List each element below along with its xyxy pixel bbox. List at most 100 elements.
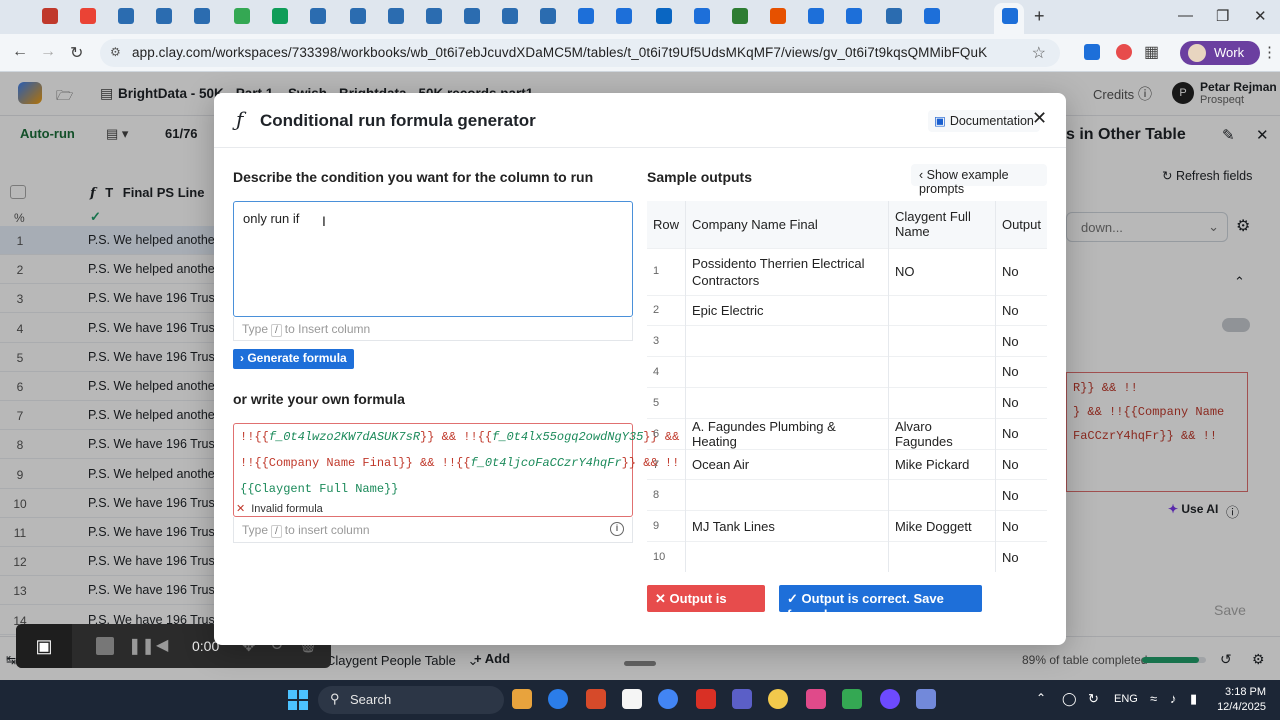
browser-tab-icon[interactable]	[80, 8, 96, 24]
browser-tab-icon[interactable]	[350, 8, 366, 24]
browser-tab-icon[interactable]	[234, 8, 250, 24]
taskbar-app-icon[interactable]	[622, 689, 642, 709]
site-info-icon[interactable]: ⚙	[110, 45, 121, 59]
tray-chevron-up-icon[interactable]: ⌃	[1036, 691, 1046, 705]
save-formula-label: Output is correct. Save formula	[787, 591, 944, 622]
taskbar-app-icon[interactable]	[512, 689, 532, 709]
taskbar-search[interactable]: ⚲ Search	[318, 686, 504, 714]
extensions-puzzle-icon[interactable]: ▦	[1144, 42, 1159, 62]
browser-tab-icon[interactable]	[694, 8, 710, 24]
formula-token: f_0t4lwzo2KW7dASUK7sR	[268, 430, 421, 444]
taskbar-app-icon[interactable]	[658, 689, 678, 709]
invalid-formula-text: Invalid formula	[251, 503, 323, 515]
close-icon[interactable]: ✕	[1032, 108, 1047, 129]
formula-token: !!{{	[240, 430, 269, 444]
stop-icon[interactable]	[96, 637, 114, 655]
camera-icon[interactable]: ▣	[16, 624, 72, 668]
profile-label: Work	[1214, 45, 1245, 60]
browser-tab-icon[interactable]	[426, 8, 442, 24]
browser-tab-icon[interactable]	[924, 8, 940, 24]
browser-tab-icon[interactable]	[770, 8, 786, 24]
x-icon: ✕	[655, 591, 670, 606]
generate-formula-button[interactable]: › Generate formula	[233, 349, 354, 369]
browser-tab-icon[interactable]	[886, 8, 902, 24]
taskbar-app-icon[interactable]	[586, 689, 606, 709]
browser-tab-icon[interactable]	[194, 8, 210, 24]
taskbar-app-icon[interactable]	[842, 689, 862, 709]
browser-tab-icon[interactable]	[1002, 8, 1018, 24]
tray-app-icon[interactable]: ◯	[1062, 691, 1077, 707]
cell-row: 2	[647, 294, 687, 326]
extension-icon[interactable]	[1116, 44, 1132, 60]
cell-claygent	[888, 356, 996, 388]
new-tab-button[interactable]: +	[1034, 6, 1045, 27]
browser-tab-icon[interactable]	[656, 8, 672, 24]
language-indicator[interactable]: ENG	[1114, 693, 1138, 705]
back-icon[interactable]: ←	[12, 43, 28, 61]
formula-token: }} && !!{{	[420, 430, 493, 444]
table-row: 10 No	[647, 541, 1047, 573]
output-wrong-button[interactable]: ✕ Output is wrong	[647, 585, 765, 622]
cell-claygent: Mike Doggett	[888, 510, 996, 542]
restore-icon[interactable]: ❐	[1216, 7, 1229, 25]
cell-row: 1	[647, 247, 687, 295]
browser-tab-icon[interactable]	[388, 8, 404, 24]
hint-prefix: Type	[242, 523, 269, 537]
pause-icon[interactable]: ❚❚	[128, 636, 155, 656]
address-bar-row: ← → ↻ ⚙ app.clay.com/workspaces/733398/w…	[0, 34, 1280, 72]
browser-menu-icon[interactable]: ⋮	[1262, 43, 1277, 61]
windows-start-icon[interactable]	[288, 690, 308, 710]
cell-row: 3	[647, 325, 687, 357]
wifi-icon[interactable]: ≈	[1150, 691, 1157, 706]
bookmark-star-icon[interactable]: ☆	[1032, 43, 1046, 63]
taskbar-app-icon[interactable]	[880, 689, 900, 709]
browser-tab-icon[interactable]	[464, 8, 480, 24]
taskbar-app-icon[interactable]	[768, 689, 788, 709]
book-icon: ▣	[934, 114, 946, 128]
show-example-prompts-label: Show example prompts	[919, 168, 1009, 196]
browser-tab-icon[interactable]	[42, 8, 58, 24]
taskbar-app-icon[interactable]	[732, 689, 752, 709]
profile-button[interactable]: Work	[1180, 41, 1260, 65]
browser-tab-icon[interactable]	[732, 8, 748, 24]
extension-icon[interactable]	[1084, 44, 1100, 60]
clock-date[interactable]: 12/4/2025	[1208, 701, 1266, 713]
browser-tab-icon[interactable]	[310, 8, 326, 24]
browser-tab-icon[interactable]	[616, 8, 632, 24]
describe-label: Describe the condition you want for the …	[233, 169, 594, 185]
info-icon[interactable]: i	[610, 522, 624, 536]
browser-tab-icon[interactable]	[540, 8, 556, 24]
browser-tab-icon[interactable]	[808, 8, 824, 24]
formula-insert-hint: Type / to insert column i	[233, 517, 633, 543]
formula-editor[interactable]: !!{{f_0t4lwzo2KW7dASUK7sR}} && !!{{f_0t4…	[233, 423, 679, 517]
clock-time[interactable]: 3:18 PM	[1218, 686, 1266, 698]
table-row: 9 MJ Tank Lines Mike Doggett No	[647, 510, 1047, 542]
browser-tab-icon[interactable]	[156, 8, 172, 24]
taskbar-app-icon[interactable]	[806, 689, 826, 709]
browser-tab-icon[interactable]	[578, 8, 594, 24]
minimize-icon[interactable]: —	[1178, 7, 1193, 24]
close-window-icon[interactable]: ✕	[1254, 7, 1267, 25]
browser-tab-icon[interactable]	[846, 8, 862, 24]
formula-token: && !!{{	[412, 456, 471, 470]
battery-icon[interactable]: ▮	[1190, 691, 1197, 707]
taskbar-app-icon[interactable]	[696, 689, 716, 709]
browser-tab-icon[interactable]	[272, 8, 288, 24]
documentation-label: Documentation	[949, 114, 1034, 128]
taskbar-app-icon[interactable]	[916, 689, 936, 709]
reload-icon[interactable]: ↻	[70, 43, 83, 63]
browser-tab-icon[interactable]	[118, 8, 134, 24]
volume-icon[interactable]: ♪	[1170, 691, 1177, 706]
taskbar-app-icon[interactable]	[548, 689, 568, 709]
documentation-button[interactable]: ▣ Documentation	[928, 110, 1040, 132]
forward-icon[interactable]: →	[40, 43, 56, 61]
save-formula-button[interactable]: ✓ Output is correct. Save formula	[779, 585, 982, 622]
tray-sync-icon[interactable]: ↻	[1088, 691, 1099, 707]
cell-company: A. Fagundes Plumbing & Heating	[685, 417, 889, 450]
url-field[interactable]: ⚙ app.clay.com/workspaces/733398/workboo…	[100, 39, 1060, 67]
show-example-prompts-button[interactable]: ‹ Show example prompts	[911, 164, 1047, 196]
rewind-icon[interactable]: ◀	[156, 635, 168, 655]
condition-prompt-input[interactable]: only run if I	[233, 201, 633, 317]
browser-tab-icon[interactable]	[502, 8, 518, 24]
text-cursor-icon: I	[322, 213, 326, 229]
